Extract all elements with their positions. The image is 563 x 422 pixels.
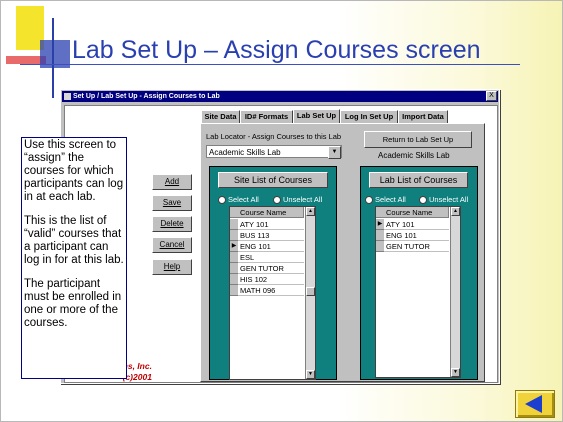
slide-frame (0, 0, 563, 422)
